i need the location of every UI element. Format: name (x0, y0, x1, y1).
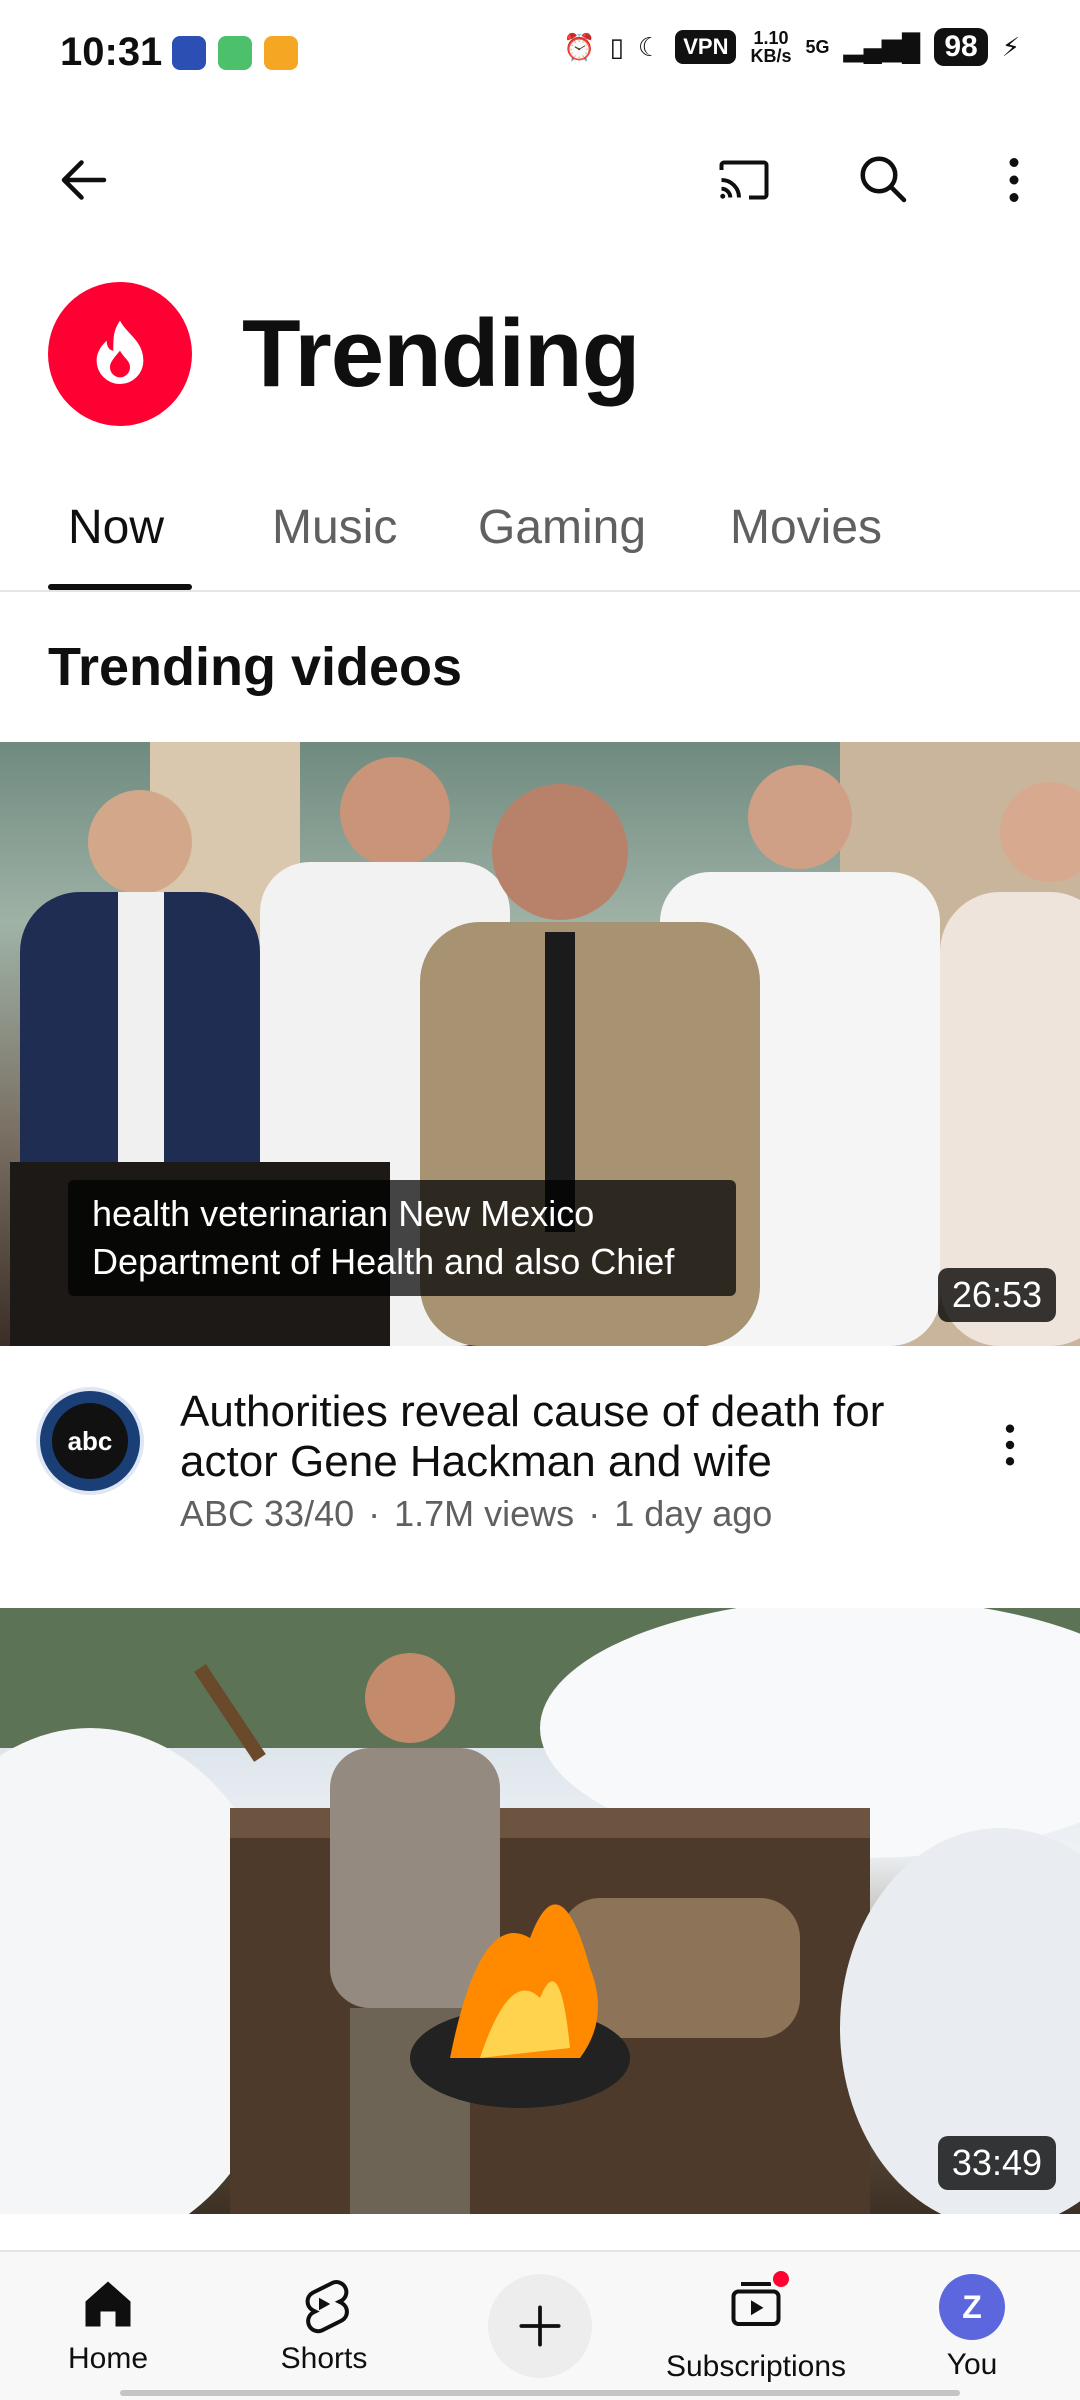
view-count: 1.7M views (394, 1493, 575, 1534)
video-thumbnail[interactable]: health veterinarian New Mexico Departmen… (0, 742, 1080, 1346)
channel-name[interactable]: ABC 33/40 (180, 1493, 354, 1535)
search-icon (860, 156, 907, 203)
moon-icon: ☾ (637, 31, 662, 62)
vibrate-icon: ▯ (609, 31, 624, 62)
network-speed: 1.10 KB/s (750, 28, 792, 66)
tab-gaming[interactable]: Gaming (478, 500, 646, 555)
video-meta: abc Authorities reveal cause of death fo… (0, 1345, 1080, 1545)
page-header: Trending (48, 282, 640, 426)
subscriptions-icon-wrap (726, 2268, 792, 2342)
shorts-icon (305, 2280, 349, 2334)
video-duration: 26:53 (937, 1268, 1056, 1322)
user-avatar: Z (939, 2274, 1005, 2340)
channel-avatar[interactable]: abc (36, 1387, 144, 1495)
thumbnail-scene (0, 1608, 1080, 2214)
video-title[interactable]: Authorities reveal cause of death for ac… (180, 1387, 940, 1487)
page-title: Trending (242, 300, 640, 407)
status-indicators: ⏰ ▯ ☾ VPN 1.10 KB/s 5G ▂▄▆█ 98 ⚡ (563, 28, 1020, 66)
channel-avatar-logo: abc (52, 1403, 128, 1479)
tab-music[interactable]: Music (272, 500, 397, 555)
gesture-bar[interactable] (120, 2390, 960, 2396)
more-vert-icon (1005, 1424, 1015, 1466)
vpn-badge: VPN (675, 30, 737, 64)
search-button[interactable] (844, 140, 924, 220)
signal-icon: ▂▄▆█ (843, 31, 921, 62)
upload-age: 1 day ago (614, 1493, 773, 1534)
video-thumbnail[interactable]: 33:49 (0, 1608, 1080, 2214)
active-tab-indicator (48, 584, 192, 590)
cast-button[interactable] (704, 140, 784, 220)
create-button[interactable] (488, 2274, 592, 2378)
status-time: 10:31 (60, 30, 163, 74)
cast-icon (719, 160, 769, 200)
trending-flame-icon (48, 282, 192, 426)
home-icon (85, 2281, 131, 2327)
video-action-menu-button[interactable] (980, 1405, 1040, 1485)
back-arrow-icon (61, 160, 107, 200)
network-type: 5G (805, 36, 830, 57)
separator-dot: · (368, 1493, 381, 1534)
video-duration: 33:49 (937, 2136, 1056, 2190)
section-title: Trending videos (48, 637, 463, 697)
status-app-icons (172, 36, 298, 70)
notification-dot (770, 2268, 792, 2290)
category-tabs: Now Music Gaming Movies (0, 480, 1080, 592)
nav-subscriptions-label: Subscriptions (665, 2350, 847, 2383)
status-bar: 10:31 ⏰ ▯ ☾ VPN 1.10 KB/s 5G ▂▄▆█ 98 ⚡ (0, 0, 1080, 110)
app-notification-icon (218, 36, 252, 70)
nav-you[interactable]: Z You (872, 2274, 1072, 2382)
closed-caption: health veterinarian New Mexico Departmen… (68, 1180, 736, 1296)
nav-shorts-label: Shorts (280, 2342, 368, 2375)
plus-icon (519, 2305, 561, 2347)
bottom-navigation: Home Shorts Subscriptions Z You (0, 2250, 1080, 2400)
app-notification-icon (264, 36, 298, 70)
tab-movies[interactable]: Movies (730, 500, 882, 555)
nav-home-label: Home (67, 2342, 149, 2375)
nav-home[interactable]: Home (8, 2274, 208, 2376)
nav-subscriptions[interactable]: Subscriptions (656, 2268, 856, 2384)
separator-dot: · (588, 1493, 601, 1534)
more-vert-icon (1009, 158, 1019, 202)
more-options-button[interactable] (974, 140, 1054, 220)
tab-now[interactable]: Now (68, 500, 164, 555)
charging-icon: ⚡ (1001, 31, 1020, 62)
top-app-bar (0, 140, 1080, 240)
back-button[interactable] (44, 140, 124, 220)
alarm-icon: ⏰ (563, 31, 596, 62)
app-notification-icon (172, 36, 206, 70)
video-subtitle: ABC 33/40 · 1.7M views · 1 day ago (180, 1493, 772, 1535)
nav-you-label: You (946, 2348, 998, 2381)
nav-shorts[interactable]: Shorts (224, 2274, 424, 2376)
battery-level: 98 (934, 28, 988, 66)
